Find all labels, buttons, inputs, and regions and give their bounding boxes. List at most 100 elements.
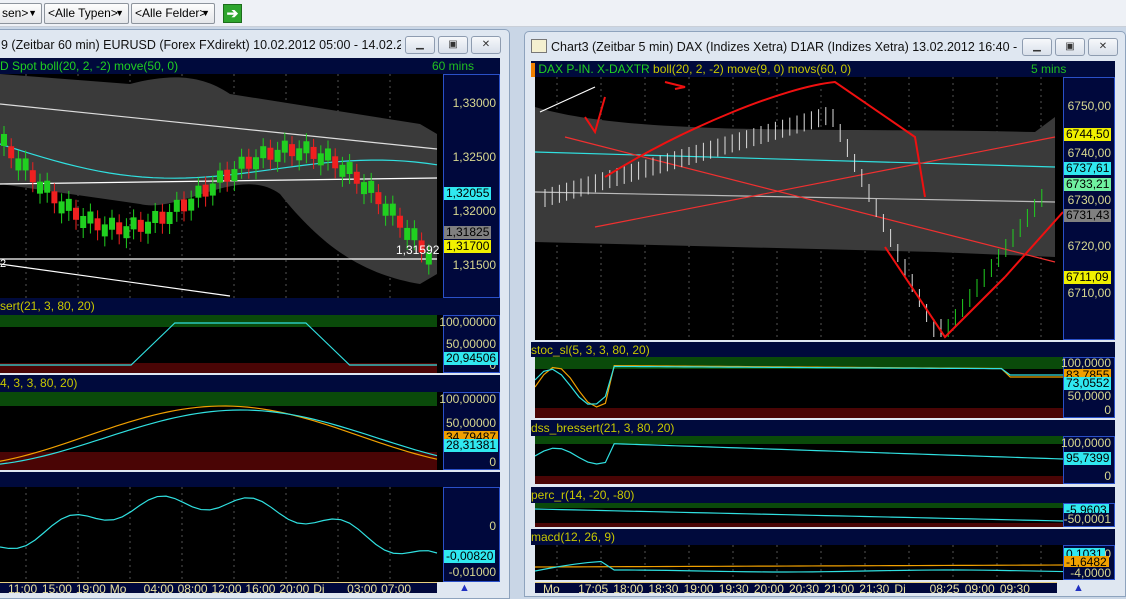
tick: 6720,00 xyxy=(1067,239,1111,253)
toolbar: sen> ▼ <Alle Typen> ▼ <Alle Felder> ▼ ➔ xyxy=(0,0,1126,27)
macd-chart[interactable] xyxy=(535,545,1063,580)
plot-canvas xyxy=(535,357,1063,418)
time-label: 08:00 xyxy=(177,582,208,593)
candle xyxy=(94,218,101,231)
chevron-down-icon: ▼ xyxy=(115,8,124,18)
time-label: Di xyxy=(313,582,325,593)
bollinger-band xyxy=(535,107,1055,257)
time-label: 11:00 xyxy=(8,582,38,593)
stoch-header: 4, 3, 3, 80, 20) xyxy=(0,375,500,392)
time-label: 19:00 xyxy=(683,582,714,593)
tick: 100,00000 xyxy=(439,392,496,406)
momentum-header xyxy=(0,472,500,487)
scroll-arrow-icon[interactable]: ▲ xyxy=(459,582,470,594)
tick: 50,00000 xyxy=(445,416,496,430)
candle xyxy=(116,222,123,235)
type-dropdown[interactable]: <Alle Typen> ▼ xyxy=(44,3,129,24)
candle xyxy=(58,201,65,214)
dss-axis[interactable]: 100,00000 50,00000 0 20,94506 xyxy=(439,315,500,373)
field-value: <Alle Felder> xyxy=(135,6,207,20)
price-axis[interactable]: 6750,00 6740,00 6730,00 6720,00 6710,00 … xyxy=(1063,77,1115,340)
tick: 1,33000 xyxy=(452,96,496,110)
trend-line xyxy=(539,86,596,113)
candle xyxy=(37,181,43,194)
close-button[interactable]: ✕ xyxy=(1088,38,1118,56)
time-label: 09:00 xyxy=(964,582,995,593)
candle xyxy=(375,192,382,205)
value-tag: 95,7399 xyxy=(1064,451,1112,465)
time-label: Mo xyxy=(543,582,560,593)
tick: 1,31500 xyxy=(452,258,496,272)
time-label: 03:00 xyxy=(347,582,378,593)
plot-canvas xyxy=(535,77,1056,340)
candle xyxy=(397,215,403,228)
macd-header: macd(12, 26, 9) xyxy=(531,529,1115,545)
scroll-arrow-icon[interactable]: ▲ xyxy=(1073,582,1084,594)
time-label: 17:05 xyxy=(578,582,609,593)
candle xyxy=(353,171,360,184)
overbought-zone xyxy=(535,503,1063,508)
time-label: Di xyxy=(894,582,906,593)
overbought-zone xyxy=(535,436,1063,444)
stoc-chart[interactable] xyxy=(535,357,1063,418)
macd-axis[interactable]: 0 -4,0000 0,1031 -1,6482 xyxy=(1063,545,1115,580)
stoch-axis[interactable]: 100,00000 50,00000 0 34,79487 28,31381 xyxy=(439,392,500,470)
plot-canvas xyxy=(0,392,438,470)
price-tag-yellow: 6744,50 xyxy=(1064,127,1112,141)
time-axis[interactable]: Mo 17:05 18:00 18:30 19:00 19:30 20:00 20:30 21:… xyxy=(535,582,1057,593)
momentum-axis[interactable]: 0 -0,01000 -0,00820 xyxy=(443,487,500,582)
minimize-button[interactable]: ▁ xyxy=(405,36,435,54)
price-tag-gray: 1,31825 xyxy=(444,225,492,239)
line-label: 2 xyxy=(0,258,7,270)
legend-symbol: DAX P-IN. X-DAXTR xyxy=(538,62,650,76)
candle xyxy=(389,203,396,216)
candle xyxy=(166,211,173,224)
stoc-axis[interactable]: 100,0000 50,0000 0 83,7855 73,0552 xyxy=(1061,357,1115,418)
oversold-zone xyxy=(535,408,1063,418)
value-tag: -0,00820 xyxy=(444,549,496,563)
candle xyxy=(346,162,353,175)
overbought-zone xyxy=(0,315,437,327)
tick: 6730,00 xyxy=(1067,193,1111,207)
price-chart[interactable] xyxy=(0,74,443,298)
candle xyxy=(181,199,187,212)
indicator-label: dss_bressert(21, 3, 80, 20) xyxy=(531,421,675,435)
price-axis[interactable]: 1,33000 1,32500 1,32000 1,31500 1,32055 … xyxy=(443,74,500,298)
perc-chart[interactable] xyxy=(535,503,1063,527)
price-tag-yellow-low: 6711,09 xyxy=(1064,270,1111,284)
maximize-button[interactable]: ▣ xyxy=(1055,38,1085,56)
maximize-button[interactable]: ▣ xyxy=(438,36,468,54)
value-tag: 0,1031 xyxy=(1064,548,1105,556)
window-title: 9 (Zeitbar 60 min) EURUSD (Forex FXdirek… xyxy=(1,38,401,52)
candle xyxy=(325,148,331,161)
minimize-button[interactable]: ▁ xyxy=(1022,38,1052,56)
candle xyxy=(317,153,324,166)
price-tag-cyan: 6737,61 xyxy=(1064,161,1112,175)
stoch-chart[interactable] xyxy=(0,392,443,470)
color-marker xyxy=(531,62,535,77)
dss-axis[interactable]: 100,0000 0 95,7399 xyxy=(1061,436,1115,484)
price-tag-green: 6733,21 xyxy=(1064,177,1112,191)
momentum-chart[interactable] xyxy=(0,487,443,582)
price-legend: DAX P-IN. X-DAXTR boll(20, 2, -2) move(9… xyxy=(531,61,1115,77)
momentum-line xyxy=(0,495,438,555)
field-dropdown[interactable]: <Alle Felder> ▼ xyxy=(131,3,215,24)
perc-axis[interactable]: -50,0001 -5,9603 xyxy=(1063,503,1115,527)
oversold-zone xyxy=(535,476,1063,484)
candle xyxy=(65,198,72,211)
type-value: <Alle Typen> xyxy=(48,6,118,20)
tick: 6750,00 xyxy=(1067,99,1111,113)
value-tag: 73,0552 xyxy=(1064,376,1112,390)
price-chart[interactable] xyxy=(535,77,1063,340)
legend-text: D Spot boll(20, 2, -2) move(50, 0) xyxy=(0,59,179,73)
close-button[interactable]: ✕ xyxy=(471,36,501,54)
value-tag: 28,31381 xyxy=(444,438,499,452)
time-label: Mo xyxy=(109,582,127,593)
plot-canvas xyxy=(535,503,1063,527)
filter-dropdown-1[interactable]: sen> ▼ xyxy=(0,3,42,24)
dss-chart[interactable] xyxy=(535,436,1063,484)
time-axis[interactable]: 11:00 15:00 19:00 Mo 04:00 08:00 12:00 16:00 20:… xyxy=(0,582,437,593)
dss-chart[interactable] xyxy=(0,315,443,373)
candle xyxy=(238,156,245,169)
go-arrow-button[interactable]: ➔ xyxy=(223,4,242,23)
